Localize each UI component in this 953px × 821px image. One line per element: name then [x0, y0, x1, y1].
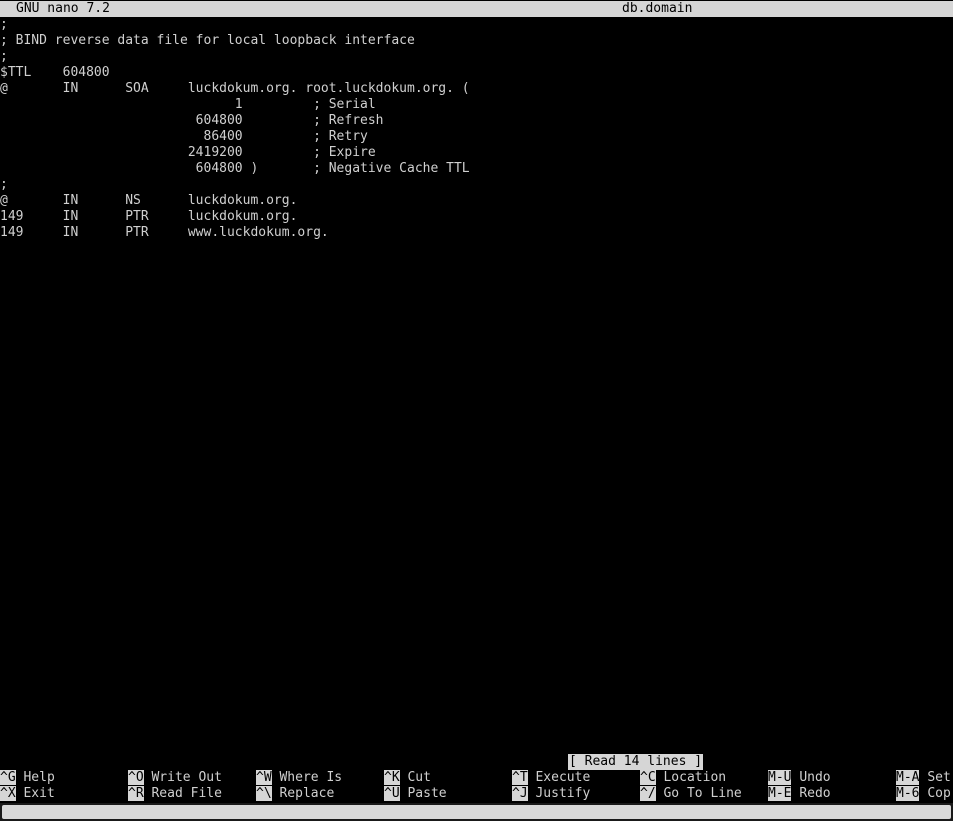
shortcut-redo[interactable]: M-E Redo [768, 786, 831, 802]
shortcut-label: Location [663, 770, 727, 785]
shortcut-key: ^O [128, 770, 144, 785]
shortcut-key: M-6 [896, 786, 920, 801]
editor-line[interactable]: 149 IN PTR www.luckdokum.org. [0, 225, 329, 241]
shortcut-key: ^W [256, 770, 272, 785]
editor-line[interactable]: ; [0, 177, 8, 193]
shortcut-label: Exit [23, 786, 55, 801]
editor-line[interactable]: ; BIND reverse data file for local loopb… [0, 33, 415, 49]
app-title: GNU nano 7.2 [16, 1, 110, 16]
editor-line[interactable]: ; [0, 17, 8, 33]
shortcut-key: ^R [128, 786, 144, 801]
shortcut-key: ^T [512, 770, 528, 785]
shortcut-paste[interactable]: ^U Paste [384, 786, 447, 802]
shortcut-key: M-E [768, 786, 792, 801]
shortcut-replace[interactable]: ^\ Replace [256, 786, 334, 802]
editor-line[interactable]: 149 IN PTR luckdokum.org. [0, 209, 297, 225]
editor-line[interactable]: 604800 ; Refresh [0, 113, 384, 129]
shortcut-label: Redo [799, 786, 831, 801]
shortcut-label: Write Out [151, 770, 222, 785]
shortcut-cut[interactable]: ^K Cut [384, 770, 431, 786]
shortcut-row-2: ^X Exit ^R Read File ^\ Replace ^U Paste… [0, 786, 953, 802]
shortcut-label: Execute [535, 770, 591, 785]
shortcut-label: Cut [407, 770, 431, 785]
file-name: db.domain [622, 1, 693, 16]
shortcut-execute[interactable]: ^T Execute [512, 770, 590, 786]
editor-line[interactable]: 604800 ) ; Negative Cache TTL [0, 161, 470, 177]
editor-line[interactable]: 1 ; Serial [0, 97, 376, 113]
shortcut-row-1: ^G Help ^O Write Out ^W Where Is ^K Cut … [0, 770, 953, 786]
status-message: [ Read 14 lines ] [568, 754, 704, 770]
shortcut-write-out[interactable]: ^O Write Out [128, 770, 222, 786]
shortcut-label: Justify [535, 786, 591, 801]
shortcut-label: Help [23, 770, 55, 785]
shortcut-key: ^/ [640, 786, 656, 801]
editor-line[interactable]: 86400 ; Retry [0, 129, 367, 145]
shortcut-help[interactable]: ^G Help [0, 770, 55, 786]
editor-line[interactable]: 2419200 ; Expire [0, 145, 376, 161]
shortcut-key: M-A [896, 770, 920, 785]
shortcut-key: ^K [384, 770, 400, 785]
shortcut-key: ^X [0, 786, 16, 801]
title-bar: GNU nano 7.2 db.domain [0, 1, 953, 17]
editor-area[interactable]: ; ; BIND reverse data file for local loo… [0, 17, 953, 752]
shortcut-set-mark[interactable]: M-A Set [896, 770, 951, 786]
shortcut-label: Undo [799, 770, 831, 785]
editor-line[interactable]: @ IN SOA luckdokum.org. root.luckdokum.o… [0, 81, 470, 97]
shortcut-where-is[interactable]: ^W Where Is [256, 770, 342, 786]
shortcut-key: ^\ [256, 786, 272, 801]
shortcut-label: Where Is [279, 770, 343, 785]
scrollbar-thumb[interactable] [2, 805, 951, 819]
editor-line[interactable]: @ IN NS luckdokum.org. [0, 193, 297, 209]
shortcut-exit[interactable]: ^X Exit [0, 786, 55, 802]
shortcut-key: M-U [768, 770, 792, 785]
shortcut-location[interactable]: ^C Location [640, 770, 726, 786]
shortcut-undo[interactable]: M-U Undo [768, 770, 831, 786]
shortcut-label: Set [927, 770, 951, 785]
shortcut-justify[interactable]: ^J Justify [512, 786, 590, 802]
shortcut-label: Read File [151, 786, 222, 801]
editor-line[interactable]: $TTL 604800 [0, 65, 110, 81]
shortcut-key: ^G [0, 770, 16, 785]
shortcut-copy[interactable]: M-6 Cop [896, 786, 951, 802]
shortcut-label: Go To Line [663, 786, 742, 801]
editor-line[interactable]: ; [0, 49, 8, 65]
horizontal-scrollbar[interactable] [0, 803, 953, 821]
shortcut-key: ^C [640, 770, 656, 785]
shortcut-label: Replace [279, 786, 335, 801]
shortcut-label: Cop [927, 786, 951, 801]
shortcut-label: Paste [407, 786, 447, 801]
shortcut-key: ^U [384, 786, 400, 801]
shortcut-go-to-line[interactable]: ^/ Go To Line [640, 786, 742, 802]
shortcut-key: ^J [512, 786, 528, 801]
shortcut-read-file[interactable]: ^R Read File [128, 786, 222, 802]
